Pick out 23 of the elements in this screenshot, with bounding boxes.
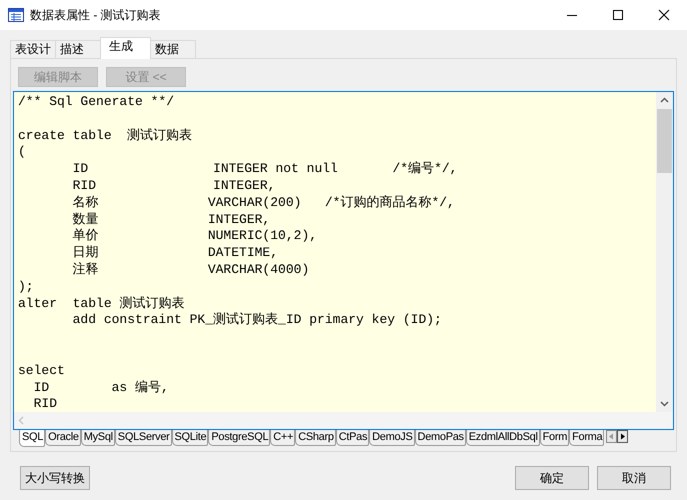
language-tab[interactable]: Oracle (45, 430, 81, 446)
tab[interactable]: 表设计 (10, 40, 56, 58)
cancel-button[interactable]: 取消 (597, 466, 671, 490)
language-tab[interactable]: CtPas (336, 430, 370, 446)
language-tab[interactable]: C++ (270, 430, 296, 446)
language-tab[interactable]: MySql (80, 430, 115, 446)
language-tab[interactable]: SQLite (172, 430, 208, 446)
language-tab[interactable]: Forma (569, 430, 604, 446)
language-tab[interactable]: SQLServer (114, 430, 172, 446)
tab[interactable]: 数据 (150, 40, 196, 58)
window-title: 数据表属性 - 测试订购表 (30, 6, 161, 24)
ok-button[interactable]: 确定 (515, 466, 589, 490)
tab[interactable]: 描述 (55, 40, 101, 58)
sql-code-text: /** Sql Generate **/ create table 测试订购表 ( ID INTEGER not null /*编号*/, RID INTEGER, 名称 VARCHAR(200) /*订购的商品名称*/, 数量 INTEGER, 单价 NUMERIC(10,2), 日期 DATETIME, 注释 VARCHAR(4000) ); alter table 测试订购表 add constraint PK_测试订购表_ID primary key (ID); select ID as 编号, RID (14, 92, 656, 412)
tab[interactable]: 生成 (100, 37, 151, 59)
language-tab[interactable]: PostgreSQL (208, 430, 270, 446)
language-tab[interactable]: DemoJS (369, 430, 415, 446)
case-convert-button[interactable]: 大小写转换 (20, 466, 90, 490)
language-tab[interactable]: CSharp (295, 430, 336, 446)
language-tab[interactable]: EzdmlAllDbSql (466, 430, 540, 446)
language-tab[interactable]: Form (540, 430, 570, 446)
language-tab[interactable]: SQL (19, 430, 46, 447)
language-tab[interactable]: DemoPas (414, 430, 466, 446)
